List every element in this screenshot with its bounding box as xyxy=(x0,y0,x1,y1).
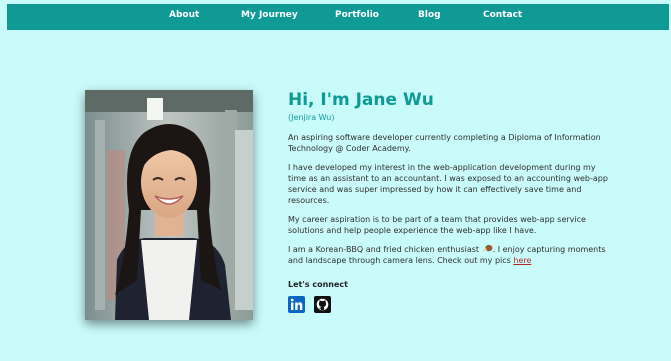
chicken-drumstick-icon xyxy=(481,244,493,252)
nav-link-contact[interactable]: Contact xyxy=(483,10,522,20)
interest-paragraph: I have developed my interest in the web-… xyxy=(288,163,608,205)
intro-paragraph: An aspiring software developer currently… xyxy=(288,133,601,153)
aspiration-paragraph: My career aspiration is to be part of a … xyxy=(288,215,586,235)
connect-heading: Let's connect xyxy=(288,280,348,289)
pics-link[interactable]: here xyxy=(513,256,531,265)
navbar: About My Journey Portfolio Blog Contact xyxy=(7,4,669,30)
about-content: Hi, I'm Jane Wu (Jenjira Wu) An aspiring… xyxy=(288,90,608,313)
profile-photo-illustration xyxy=(85,90,253,320)
hobbies-text-start: I am a Korean-BBQ and fried chicken enth… xyxy=(288,245,482,254)
hobbies-paragraph: I am a Korean-BBQ and fried chicken enth… xyxy=(288,244,608,266)
profile-photo xyxy=(85,90,253,320)
nav-link-about[interactable]: About xyxy=(169,10,199,20)
github-icon[interactable] xyxy=(314,296,331,313)
nav-link-blog[interactable]: Blog xyxy=(418,10,441,20)
nav-link-my-journey[interactable]: My Journey xyxy=(241,10,298,20)
page-title: Hi, I'm Jane Wu xyxy=(288,90,434,110)
linkedin-icon[interactable] xyxy=(288,296,305,313)
nav-link-portfolio[interactable]: Portfolio xyxy=(335,10,379,20)
social-links xyxy=(288,296,608,313)
page-frame: About My Journey Portfolio Blog Contact xyxy=(7,4,669,357)
subtitle-name: (Jenjira Wu) xyxy=(288,113,335,122)
